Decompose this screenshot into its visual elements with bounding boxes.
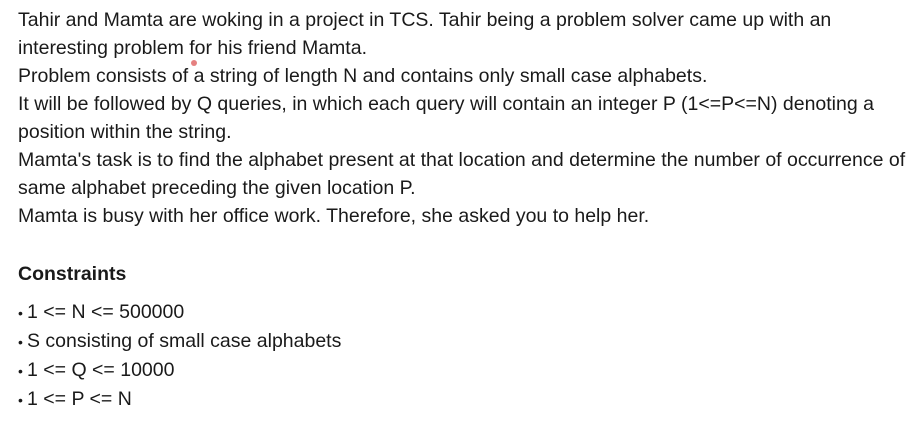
constraint-text: 1 <= N <= 500000 [27, 301, 185, 323]
mouse-pointer-icon [191, 60, 197, 66]
constraint-text: 1 <= P <= N [27, 388, 132, 410]
problem-statement: Tahir and Mamta are woking in a project … [18, 6, 913, 414]
constraints-list: • 1 <= N <= 500000 • S consisting of sma… [18, 298, 913, 414]
bullet-icon: • [18, 334, 23, 350]
constraint-item: • S consisting of small case alphabets [18, 327, 913, 356]
constraints-heading: Constraints [18, 263, 127, 285]
constraint-item: • 1 <= Q <= 10000 [18, 356, 913, 385]
constraint-text: 1 <= Q <= 10000 [27, 359, 175, 381]
help-request: Mamta is busy with her office work. Ther… [18, 205, 650, 227]
constraint-text: S consisting of small case alphabets [27, 330, 342, 352]
bullet-icon: • [18, 392, 23, 408]
constraint-item: • 1 <= P <= N [18, 385, 913, 414]
problem-description: Problem consists of a string of length N… [18, 65, 708, 87]
queries-description: It will be followed by Q queries, in whi… [18, 93, 874, 143]
bullet-icon: • [18, 305, 23, 321]
bullet-icon: • [18, 363, 23, 379]
constraint-item: • 1 <= N <= 500000 [18, 298, 913, 327]
intro-paragraph: Tahir and Mamta are woking in a project … [18, 9, 832, 59]
task-description: Mamta's task is to find the alphabet pre… [18, 149, 906, 199]
